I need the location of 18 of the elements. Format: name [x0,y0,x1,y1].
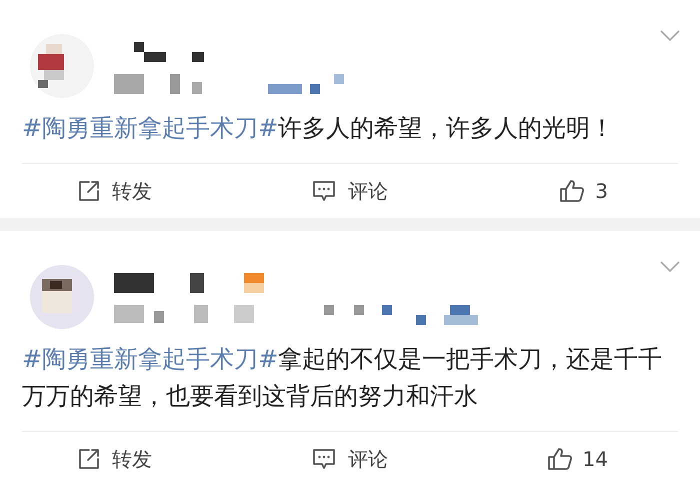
share-icon [78,180,100,202]
share-icon [78,448,100,470]
like-button[interactable]: 3 [559,176,608,206]
comment-button[interactable]: 评论 [312,444,388,474]
repost-button[interactable]: 转发 [78,444,152,474]
comment-button[interactable]: 评论 [312,176,388,206]
chevron-down-icon[interactable] [660,261,680,272]
avatar [30,265,94,329]
avatar [30,34,94,98]
comment-icon [312,180,336,202]
repost-button[interactable]: 转发 [78,176,152,206]
like-button[interactable]: 14 [546,444,608,474]
comment-icon [312,448,336,470]
thumbs-up-icon [546,447,573,471]
chevron-down-icon[interactable] [660,30,680,41]
post-text: #陶勇重新拿起手术刀#许多人的希望，许多人的光明！ [22,110,678,164]
post-text: #陶勇重新拿起手术刀#拿起的不仅是一把手术刀，还是千千万万的希望，也要看到这背后的努力和汗水 [22,341,678,432]
thumbs-up-icon [559,179,586,203]
